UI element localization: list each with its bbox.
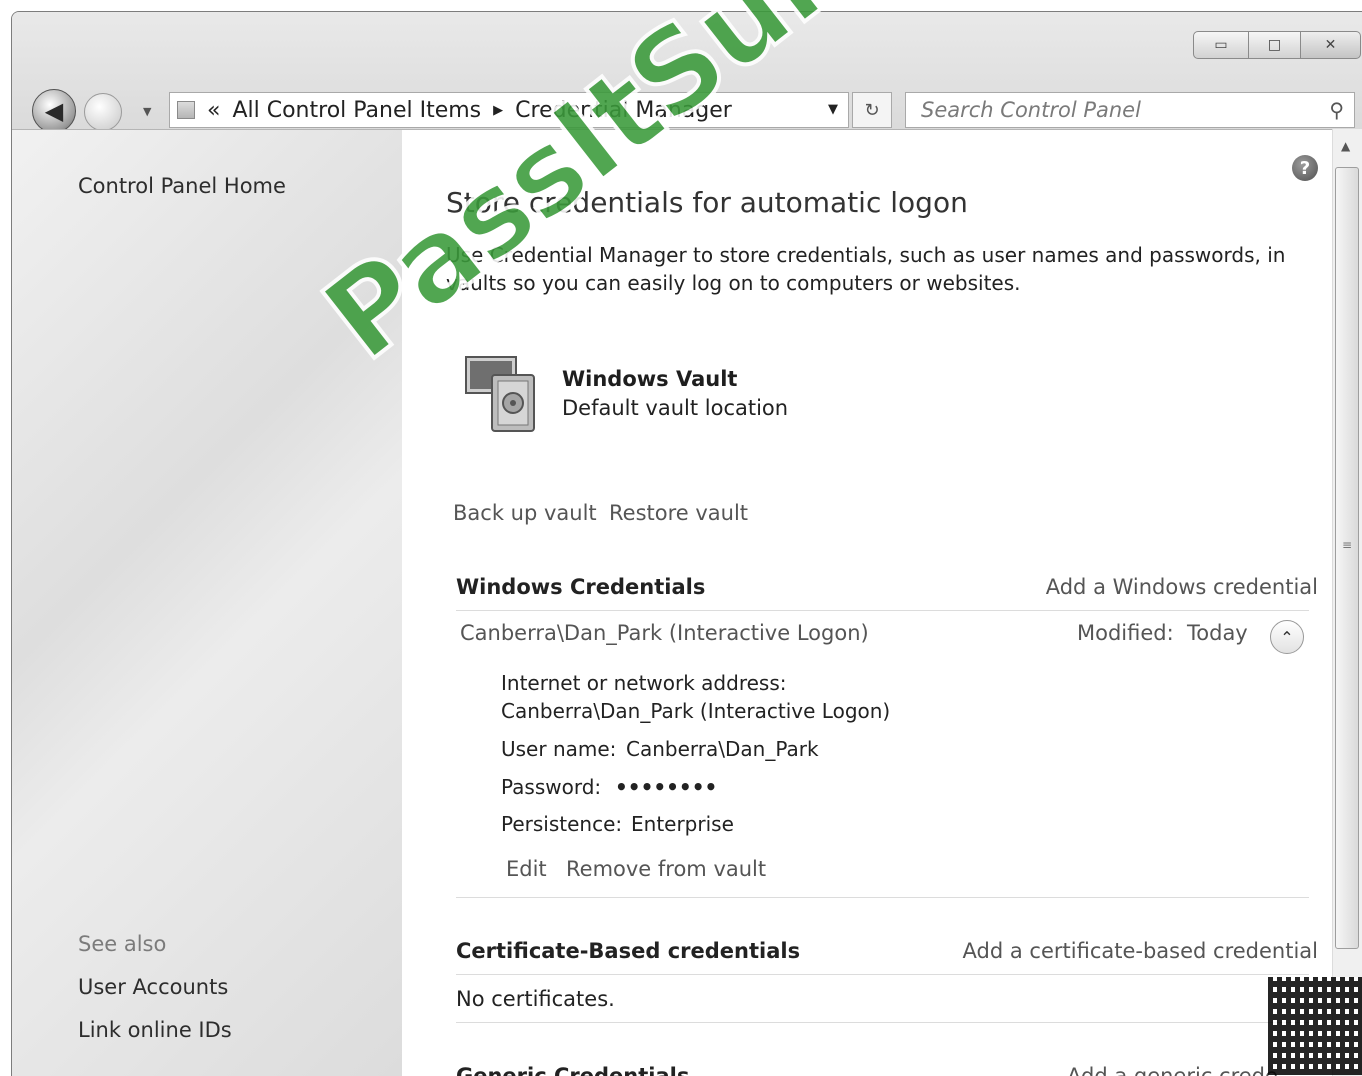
username-value: Canberra\Dan_Park bbox=[626, 737, 819, 761]
generic-credentials-heading: Generic Credentials bbox=[456, 1064, 690, 1076]
certificate-credentials-heading: Certificate-Based credentials bbox=[456, 939, 801, 963]
user-accounts-link[interactable]: User Accounts bbox=[78, 975, 228, 999]
scrollbar-thumb[interactable]: ≡ bbox=[1335, 167, 1359, 949]
edit-credential-link[interactable]: Edit bbox=[506, 857, 547, 881]
restore-vault-link[interactable]: Restore vault bbox=[609, 501, 748, 525]
modified-value: Today bbox=[1187, 621, 1248, 645]
credential-manager-window: ▭ □ ✕ ◀ ▼ « All Control Panel Items ▶ Cr… bbox=[11, 11, 1362, 1076]
remove-from-vault-link[interactable]: Remove from vault bbox=[566, 857, 766, 881]
close-button[interactable]: ✕ bbox=[1301, 31, 1361, 59]
address-label: Internet or network address: bbox=[501, 671, 787, 695]
chevron-up-icon: ⌃ bbox=[1280, 627, 1294, 647]
breadcrumb-credential-manager[interactable]: Credential Manager bbox=[515, 98, 732, 123]
persistence-label: Persistence: bbox=[501, 812, 623, 836]
link-online-ids-link[interactable]: Link online IDs bbox=[78, 1018, 232, 1042]
credential-entry-name[interactable]: Canberra\Dan_Park (Interactive Logon) bbox=[460, 621, 869, 645]
breadcrumb-all-control-panel-items[interactable]: All Control Panel Items bbox=[232, 98, 481, 123]
scroll-up-arrow-icon[interactable]: ▲ bbox=[1341, 139, 1350, 153]
password-value: •••••••• bbox=[615, 775, 718, 799]
page-title: Store credentials for automatic logon bbox=[446, 186, 968, 219]
divider bbox=[456, 897, 1309, 898]
search-box[interactable]: Search Control Panel ⚲ bbox=[905, 92, 1355, 128]
add-certificate-credential-link[interactable]: Add a certificate-based credential bbox=[963, 939, 1318, 963]
breadcrumb-separator-icon[interactable]: ▶ bbox=[493, 103, 503, 118]
grip-icon: ≡ bbox=[1342, 538, 1353, 552]
qr-code-image bbox=[1268, 977, 1362, 1075]
back-up-vault-link[interactable]: Back up vault bbox=[453, 501, 597, 525]
navigation-bar: ◀ ▼ « All Control Panel Items ▶ Credenti… bbox=[12, 81, 1362, 133]
vault-name[interactable]: Windows Vault bbox=[562, 367, 737, 391]
address-bar[interactable]: « All Control Panel Items ▶ Credential M… bbox=[169, 92, 849, 128]
windows-vault-icon bbox=[465, 356, 535, 432]
modified-label: Modified: bbox=[1077, 621, 1174, 645]
page-description-line-1: Use Credential Manager to store credenti… bbox=[446, 243, 1286, 267]
refresh-button[interactable]: ↻ bbox=[852, 92, 892, 128]
see-also-heading: See also bbox=[78, 932, 167, 956]
add-generic-credential-link[interactable]: Add a generic crede bbox=[1067, 1064, 1278, 1076]
divider bbox=[456, 1022, 1309, 1023]
control-panel-home-link[interactable]: Control Panel Home bbox=[78, 174, 286, 198]
search-icon[interactable]: ⚲ bbox=[1329, 98, 1344, 122]
divider bbox=[456, 974, 1309, 975]
vertical-scrollbar[interactable]: ▲ ≡ bbox=[1332, 129, 1362, 1076]
title-bar: ▭ □ ✕ ◀ ▼ « All Control Panel Items ▶ Cr… bbox=[12, 12, 1362, 142]
recent-pages-dropdown-icon[interactable]: ▼ bbox=[143, 105, 151, 118]
address-overflow[interactable]: « bbox=[207, 98, 220, 123]
refresh-icon: ↻ bbox=[864, 99, 880, 121]
main-content: ? Store credentials for automatic logon … bbox=[402, 129, 1332, 1076]
search-input[interactable]: Search Control Panel bbox=[921, 98, 1141, 122]
forward-button[interactable] bbox=[84, 93, 122, 131]
persistence-value: Enterprise bbox=[631, 812, 734, 836]
add-windows-credential-link[interactable]: Add a Windows credential bbox=[1046, 575, 1318, 599]
window-controls: ▭ □ ✕ bbox=[1193, 31, 1361, 59]
address-value: Canberra\Dan_Park (Interactive Logon) bbox=[501, 699, 891, 723]
help-icon[interactable]: ? bbox=[1292, 155, 1318, 181]
control-panel-icon bbox=[177, 101, 195, 119]
no-certificates-text: No certificates. bbox=[456, 987, 615, 1011]
page-description-line-2: vaults so you can easily log on to compu… bbox=[446, 271, 1021, 295]
username-label: User name: bbox=[501, 737, 617, 761]
back-button[interactable]: ◀ bbox=[32, 89, 76, 133]
back-arrow-icon: ◀ bbox=[44, 97, 64, 125]
minimize-button[interactable]: ▭ bbox=[1193, 31, 1249, 59]
divider bbox=[456, 610, 1309, 611]
vault-location: Default vault location bbox=[562, 396, 789, 420]
maximize-button[interactable]: □ bbox=[1249, 31, 1301, 59]
password-label: Password: bbox=[501, 775, 602, 799]
collapse-credential-button[interactable]: ⌃ bbox=[1270, 620, 1304, 654]
left-navigation-pane: Control Panel Home See also User Account… bbox=[12, 129, 402, 1076]
windows-credentials-heading: Windows Credentials bbox=[456, 575, 706, 599]
address-dropdown-icon[interactable]: ▼ bbox=[828, 102, 838, 117]
